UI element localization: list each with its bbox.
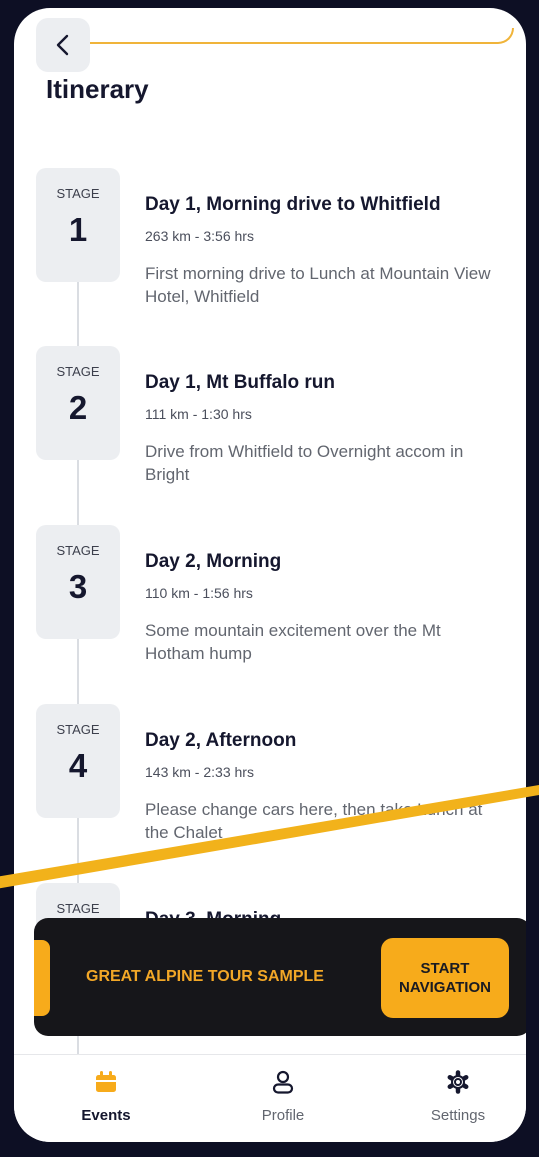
nav-label-profile: Profile <box>261 1107 305 1124</box>
nav-label-events: Events <box>81 1107 131 1124</box>
event-title: GREAT ALPINE TOUR SAMPLE <box>86 968 324 985</box>
stage-badge: STAGE 4 <box>36 704 120 818</box>
gear-icon <box>447 1070 469 1094</box>
active-event-banner[interactable]: GREAT ALPINE TOUR SAMPLE START NAVIGATIO… <box>34 918 526 1036</box>
stage-title: Day 2, Afternoon <box>145 730 297 751</box>
stage-title: Day 1, Morning drive to Whitfield <box>145 194 441 215</box>
stage-badge: STAGE 2 <box>36 346 120 460</box>
stage-description: Some mountain excitement over the Mt Hot… <box>145 621 441 663</box>
stage-distance-time: 143 km - 2:33 hrs <box>145 764 254 780</box>
stage-label: STAGE <box>56 901 100 916</box>
nav-item-events[interactable]: Events <box>46 1069 166 1124</box>
stage-distance-time: 110 km - 1:56 hrs <box>145 585 253 601</box>
banner-accent-tab <box>34 940 50 1016</box>
stage-description: First morning drive to Lunch at Mountain… <box>145 264 491 306</box>
user-icon <box>272 1070 294 1094</box>
nav-item-settings[interactable]: Settings <box>398 1069 518 1124</box>
stage-number: 2 <box>68 389 88 426</box>
bottom-navigation: Events Profile Settings <box>14 1054 526 1142</box>
stage-label: STAGE <box>56 186 100 201</box>
stage-item[interactable]: STAGE 4 Day 2, Afternoon 143 km - 2:33 h… <box>36 704 496 854</box>
phone-screen: Itinerary STAGE 1 Day 1, Morning drive t… <box>14 8 526 1142</box>
stage-description: Drive from Whitfield to Overnight accom … <box>145 442 464 484</box>
page-title: Itinerary <box>46 74 149 104</box>
stage-item[interactable]: STAGE 3 Day 2, Morning 110 km - 1:56 hrs… <box>36 525 496 675</box>
chevron-left-icon <box>56 34 69 56</box>
stage-title: Day 2, Morning <box>145 551 282 572</box>
header-decoration <box>74 28 514 44</box>
start-navigation-button[interactable]: START NAVIGATION <box>381 938 509 1018</box>
stage-description: Please change cars here, then take Lunch… <box>145 800 483 842</box>
calendar-icon <box>96 1071 116 1092</box>
stage-label: STAGE <box>56 722 100 737</box>
stage-item[interactable]: STAGE 1 Day 1, Morning drive to Whitfiel… <box>36 168 496 318</box>
stage-distance-time: 263 km - 3:56 hrs <box>145 228 254 244</box>
stage-title: Day 1, Mt Buffalo run <box>145 372 336 393</box>
stage-badge: STAGE 3 <box>36 525 120 639</box>
stage-label: STAGE <box>56 543 100 558</box>
back-button[interactable] <box>36 18 90 72</box>
stage-badge: STAGE 1 <box>36 168 120 282</box>
stage-label: STAGE <box>56 364 100 379</box>
nav-label-settings: Settings <box>430 1107 486 1124</box>
nav-item-profile[interactable]: Profile <box>223 1069 343 1124</box>
stage-item[interactable]: STAGE 2 Day 1, Mt Buffalo run 111 km - 1… <box>36 346 496 496</box>
stage-number: 4 <box>68 747 88 784</box>
stage-number: 3 <box>68 568 88 605</box>
stage-number: 1 <box>68 211 88 248</box>
stage-distance-time: 111 km - 1:30 hrs <box>145 406 252 422</box>
